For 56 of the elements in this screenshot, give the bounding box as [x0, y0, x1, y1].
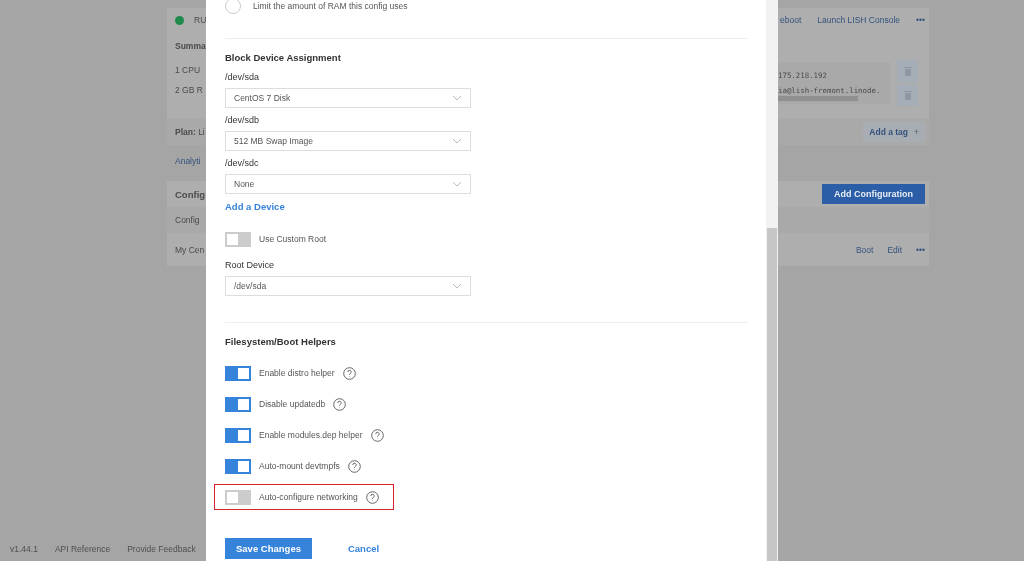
- row-action-link[interactable]: •••: [916, 244, 925, 255]
- device-select[interactable]: None: [225, 174, 471, 194]
- plan-text: Plan: Li: [175, 126, 205, 137]
- toggle-label: Auto-configure networking: [259, 492, 358, 502]
- toggle-switch[interactable]: [225, 231, 251, 247]
- footer-link[interactable]: Provide Feedback: [127, 544, 196, 554]
- root-device-select[interactable]: /dev/sda: [225, 276, 471, 296]
- footer-link[interactable]: API Reference: [54, 544, 111, 554]
- help-icon[interactable]: [347, 459, 361, 473]
- device-select[interactable]: CentOS 7 Disk: [225, 88, 471, 108]
- chevron-down-icon: [452, 95, 462, 101]
- field-label: Root Device: [225, 259, 275, 272]
- radio-button[interactable]: [225, 0, 241, 14]
- toggle-switch[interactable]: [225, 427, 251, 443]
- action-link[interactable]: •••: [916, 15, 925, 25]
- row-action-link[interactable]: Edit: [887, 244, 903, 255]
- table-cell: My Cen: [175, 244, 205, 255]
- analytics-tab[interactable]: Analyti: [175, 156, 201, 166]
- device-select[interactable]: 512 MB Swap Image: [225, 131, 471, 151]
- save-button[interactable]: Save Changes: [225, 538, 312, 559]
- help-icon[interactable]: [365, 490, 379, 504]
- help-icon[interactable]: [370, 428, 384, 442]
- section-title: Summa: [175, 41, 206, 51]
- footer-link[interactable]: v1.44.1: [10, 544, 38, 554]
- section-title: Filesystem/Boot Helpers: [225, 335, 337, 349]
- chevron-down-icon: [452, 181, 462, 187]
- field-label: /dev/sda: [225, 71, 260, 84]
- option-label: Limit the amount of RAM this config uses: [253, 1, 408, 11]
- status-text: RU: [194, 15, 206, 25]
- toggle-switch[interactable]: [225, 365, 251, 381]
- field-label: /dev/sdb: [225, 114, 260, 127]
- spec-text: 1 CPU: [175, 65, 201, 75]
- toggle-label: Enable modules.dep helper: [259, 430, 363, 440]
- help-icon[interactable]: [333, 397, 347, 411]
- column-header: Config: [175, 215, 200, 225]
- field-label: /dev/sdc: [225, 157, 259, 170]
- section-title: Config: [175, 188, 206, 200]
- action-link[interactable]: eboot: [780, 15, 802, 25]
- help-icon[interactable]: [342, 366, 356, 380]
- toggle-switch[interactable]: [225, 458, 251, 474]
- toggle-label: Enable distro helper: [259, 368, 335, 378]
- add-device-link[interactable]: Add a Device: [225, 200, 285, 213]
- section-title: Block Device Assignment: [225, 51, 342, 65]
- toggle-label: Use Custom Root: [259, 234, 327, 244]
- action-link[interactable]: Launch LISH Console: [817, 15, 901, 25]
- toggle-label: Auto-mount devtmpfs: [259, 461, 340, 471]
- toggle-label: Disable updatedb: [259, 399, 326, 409]
- add-configuration-button[interactable]: Add Configuration: [822, 184, 925, 204]
- toggle-switch[interactable]: [225, 396, 251, 412]
- toggle-switch[interactable]: [225, 489, 251, 505]
- cancel-button[interactable]: Cancel: [347, 543, 380, 554]
- chevron-down-icon: [452, 283, 462, 289]
- row-action-link[interactable]: Boot: [855, 244, 874, 255]
- chevron-down-icon: [452, 138, 462, 144]
- add-tag-button[interactable]: Add a tag +: [863, 121, 925, 142]
- spec-text: 2 GB R: [175, 85, 203, 95]
